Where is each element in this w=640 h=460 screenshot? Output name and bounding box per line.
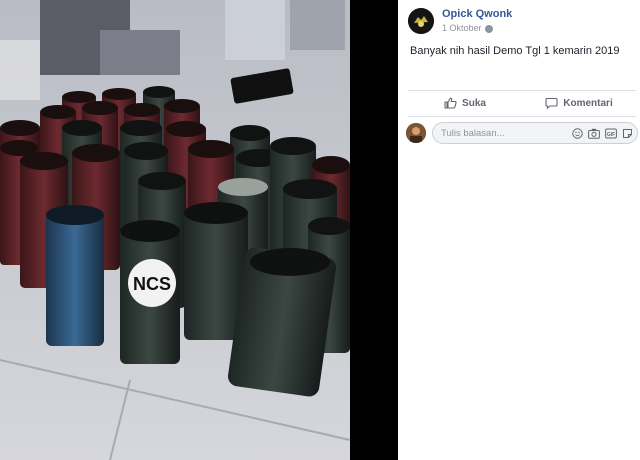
gif-icon[interactable]: GIF: [605, 128, 617, 139]
author-name[interactable]: Opick Qwonk: [442, 8, 512, 21]
divider: [408, 90, 636, 91]
post-photo[interactable]: NCS: [0, 0, 398, 460]
commenter-avatar: [406, 123, 426, 143]
post-date-text: 1 Oktober: [442, 23, 482, 34]
comment-composer: Tulis balasan... GIF: [406, 121, 638, 145]
comment-tools: GIF: [572, 127, 633, 139]
divider: [408, 116, 636, 117]
comment-input[interactable]: Tulis balasan... GIF: [432, 122, 638, 144]
post-panel: Opick Qwonk 1 Oktober Banyak nih hasil D…: [398, 0, 640, 460]
post-actions: Suka Komentari: [408, 92, 636, 114]
svg-text:GIF: GIF: [607, 131, 615, 137]
post-header: Opick Qwonk 1 Oktober: [408, 8, 512, 34]
avatar-image: [408, 8, 434, 34]
comment-placeholder: Tulis balasan...: [441, 127, 505, 139]
avatar[interactable]: [408, 8, 434, 34]
emoji-icon[interactable]: [572, 127, 583, 139]
post-meta: Opick Qwonk 1 Oktober: [442, 8, 512, 34]
globe-icon: [484, 24, 493, 33]
post-text: Banyak nih hasil Demo Tgl 1 kemarin 2019: [410, 45, 620, 57]
comment-button[interactable]: Komentari: [522, 92, 636, 114]
camera-icon[interactable]: [588, 128, 600, 139]
sticker-icon[interactable]: [622, 128, 633, 139]
like-label: Suka: [462, 97, 486, 109]
like-button[interactable]: Suka: [408, 92, 522, 114]
comment-icon: [545, 97, 558, 109]
commenter-avatar-image: [406, 123, 426, 143]
shell-label: NCS: [133, 274, 171, 294]
spent-shells-photo: NCS: [0, 0, 398, 460]
thumbs-up-icon: [444, 97, 457, 109]
post-date[interactable]: 1 Oktober: [442, 23, 512, 34]
comment-label: Komentari: [563, 97, 613, 109]
